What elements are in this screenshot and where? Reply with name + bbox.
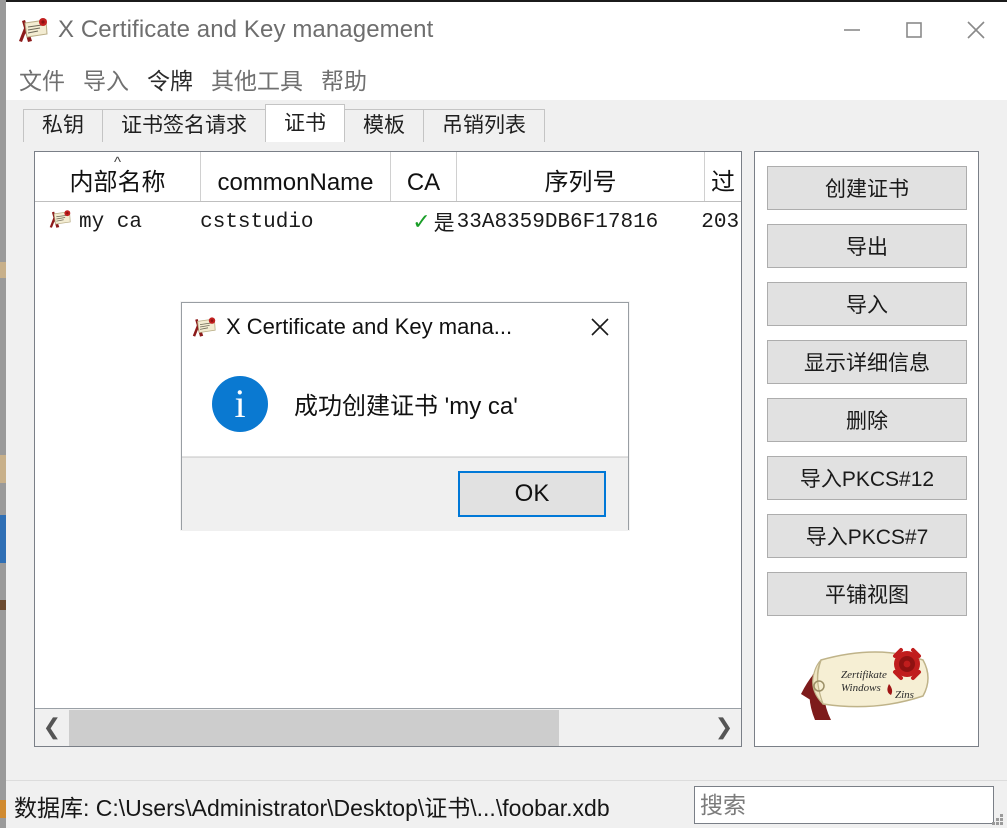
- menu-item-token[interactable]: 令牌: [138, 62, 202, 96]
- import-button[interactable]: 导入: [767, 282, 967, 326]
- close-icon[interactable]: [572, 303, 628, 351]
- menu-item-extra-tools[interactable]: 其他工具: [202, 62, 312, 96]
- certificate-scroll-logo: Zertifikate Windows Zins: [783, 634, 953, 730]
- tab-certificates[interactable]: 证书: [265, 104, 345, 142]
- tab-templates[interactable]: 模板: [344, 109, 424, 142]
- title-bar: X Certificate and Key management: [6, 2, 1007, 58]
- cell-expiry: 203: [701, 210, 740, 234]
- status-bar: 数据库: C:\Users\Administrator\Desktop\证书\.…: [6, 780, 1007, 828]
- dialog-title: X Certificate and Key mana...: [226, 314, 513, 339]
- table-row[interactable]: my ca cststudio ✓ 是 33A8359DB6F17816 203: [35, 202, 741, 242]
- dialog-title-bar: X Certificate and Key mana...: [182, 303, 628, 351]
- main-window: X Certificate and Key management 文件 导入 令…: [6, 0, 1007, 828]
- search-box[interactable]: [694, 786, 994, 824]
- tab-csr[interactable]: 证书签名请求: [102, 109, 266, 142]
- menu-item-help[interactable]: 帮助: [312, 62, 376, 96]
- tab-strip: 私钥 证书签名请求 证书 模板 吊销列表: [6, 100, 1007, 142]
- menu-item-file[interactable]: 文件: [10, 62, 74, 96]
- plain-view-button[interactable]: 平铺视图: [767, 572, 967, 616]
- export-button[interactable]: 导出: [767, 224, 967, 268]
- cell-internal-name: my ca: [35, 208, 200, 237]
- tab-revocation-lists[interactable]: 吊销列表: [423, 109, 545, 142]
- close-icon[interactable]: [945, 2, 1007, 58]
- scrollbar-thumb[interactable]: [69, 709, 559, 746]
- check-icon: ✓: [412, 209, 431, 234]
- cell-internal-name-text: my ca: [79, 210, 143, 234]
- import-pkcs7-button[interactable]: 导入PKCS#7: [767, 514, 967, 558]
- delete-button[interactable]: 删除: [767, 398, 967, 442]
- app-root: X Certificate and Key management 文件 导入 令…: [0, 0, 1007, 828]
- svg-text:Zins: Zins: [895, 689, 914, 701]
- scrollbar-track[interactable]: [69, 709, 707, 746]
- column-header-expiry[interactable]: 过: [705, 152, 741, 201]
- chevron-right-icon[interactable]: ❯: [707, 710, 741, 746]
- success-dialog: X Certificate and Key mana... i 成功创建证书 '…: [181, 302, 629, 531]
- maximize-icon[interactable]: [883, 2, 945, 58]
- window-controls: [821, 2, 1007, 58]
- column-header-serial[interactable]: 序列号: [457, 152, 705, 201]
- cell-ca: ✓ 是: [389, 207, 455, 237]
- new-certificate-button[interactable]: 创建证书: [767, 166, 967, 210]
- tab-private-keys[interactable]: 私钥: [23, 109, 103, 142]
- show-details-button[interactable]: 显示详细信息: [767, 340, 967, 384]
- svg-text:Windows: Windows: [841, 682, 881, 694]
- database-path-label: 数据库: C:\Users\Administrator\Desktop\证书\.…: [14, 795, 610, 821]
- column-header-internal-name[interactable]: ^ 内部名称: [35, 152, 201, 201]
- column-header-ca[interactable]: CA: [391, 152, 457, 201]
- action-button-panel: 创建证书 导出 导入 显示详细信息 删除 导入PKCS#12 导入PKCS#7 …: [754, 151, 979, 747]
- svg-text:Zertifikate: Zertifikate: [841, 669, 887, 681]
- info-icon: i: [212, 375, 268, 432]
- cell-ca-text: 是: [433, 212, 455, 235]
- certificate-icon: [190, 315, 218, 339]
- sort-ascending-icon: ^: [113, 154, 122, 171]
- horizontal-scrollbar[interactable]: ❮ ❯: [35, 708, 741, 746]
- ok-button[interactable]: OK: [458, 471, 606, 517]
- menu-item-import[interactable]: 导入: [74, 62, 138, 96]
- menu-bar: 文件 导入 令牌 其他工具 帮助: [6, 58, 1007, 100]
- window-title: X Certificate and Key management: [58, 16, 434, 43]
- dialog-footer: OK: [182, 457, 628, 531]
- resize-grip[interactable]: [992, 814, 1004, 826]
- dialog-body: i 成功创建证书 'my ca': [182, 351, 628, 457]
- cell-common-name: cststudio: [200, 210, 314, 234]
- certificate-icon: [47, 208, 73, 237]
- chevron-left-icon[interactable]: ❮: [35, 710, 69, 746]
- table-header: ^ 内部名称 commonName CA 序列号 过: [35, 152, 741, 202]
- search-input[interactable]: [695, 787, 993, 823]
- column-header-common-name[interactable]: commonName: [201, 152, 391, 201]
- certificate-icon: [16, 15, 50, 45]
- dialog-message: 成功创建证书 'my ca': [294, 393, 518, 420]
- import-pkcs12-button[interactable]: 导入PKCS#12: [767, 456, 967, 500]
- cell-serial: 33A8359DB6F17816: [456, 210, 659, 234]
- minimize-icon[interactable]: [821, 2, 883, 58]
